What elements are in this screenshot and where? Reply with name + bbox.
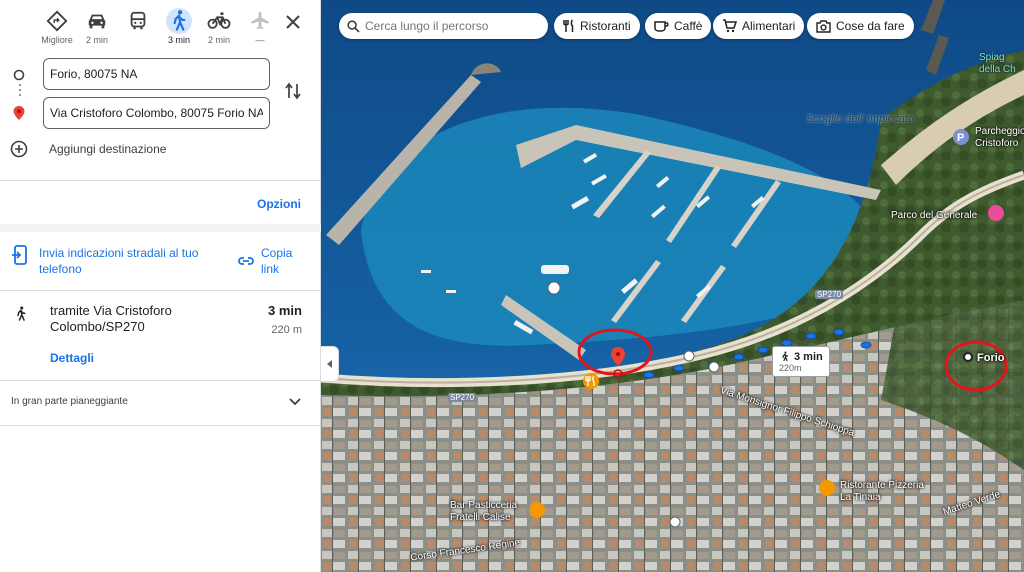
map-label-bar: Bar Pasticceria Fratelli Calise [450,500,518,523]
plane-icon [251,11,269,30]
car-icon [88,14,106,29]
mode-best-label: Migliore [41,35,73,45]
chip-groceries[interactable]: Alimentari [713,13,805,39]
road-shield: SP270 [448,393,477,402]
walk-icon [17,306,26,321]
options-button[interactable]: Opzioni [257,197,301,211]
mode-walk[interactable]: 3 min [157,8,201,45]
fork-knife-icon [563,19,574,32]
map-label-scoglio: Scoglio dell' impiccato [806,113,914,125]
walk-icon [166,8,192,34]
route-search-bar[interactable] [339,13,548,39]
send-to-phone-icon [12,245,27,265]
road-shield: SP270 [815,290,844,299]
destination-input[interactable] [43,97,270,129]
origin-circle-icon [13,69,25,81]
mode-flight[interactable]: — [238,8,282,45]
map-label-parcheggio: Parcheggio Cristoforo [975,126,1024,149]
bike-icon [207,12,231,29]
section-divider [0,224,321,232]
route-distance: 220 m [271,324,302,336]
collapse-panel-button[interactable] [321,346,339,382]
route-search-input[interactable] [365,19,535,33]
chip-label: Caffè [674,19,703,33]
route-terrain-note: In gran parte pianeggiante [11,396,128,407]
swap-waypoints-button[interactable] [282,80,304,102]
mode-bike-label: 2 min [207,35,230,45]
map-label-spiaggia: Spiag della Ch [979,52,1016,75]
add-destination-label: Aggiungi destinazione [49,142,167,156]
mode-transit[interactable] [116,8,160,35]
travel-modes: Migliore 2 min 3 min 2 min — [0,8,321,52]
search-icon [347,19,360,33]
caret-left-icon [326,360,332,368]
divider [0,425,321,426]
add-circle-icon [10,140,28,158]
parking-poi-icon[interactable]: P [952,129,970,145]
route-time: 3 min [268,303,302,318]
copy-link-button[interactable]: Copia link [237,245,301,277]
map-label-forio: Forio [977,352,1005,364]
chip-coffee[interactable]: Caffè [645,13,712,39]
divider [0,290,321,291]
send-to-phone-button[interactable]: Invia indicazioni stradali al tuo telefo… [12,245,227,277]
mode-best[interactable]: Migliore [35,8,79,45]
send-to-phone-label: Invia indicazioni stradali al tuo telefo… [39,246,199,276]
copy-link-label: Copia link [261,246,293,276]
mode-walk-label: 3 min [167,35,190,45]
mode-car[interactable]: 2 min [75,8,119,45]
route-eta-callout[interactable]: 3 min 220m [772,346,830,377]
chip-label: Ristoranti [580,19,631,33]
bus-icon [130,11,146,30]
map-label-parco: Parco del Generale [891,210,978,221]
restaurant-poi-icon[interactable] [583,373,599,389]
chip-things-to-do[interactable]: Cose da fare [807,13,914,39]
svg-text:P: P [957,132,964,144]
swap-arrows-icon [285,82,301,100]
divider [0,380,321,381]
origin-input[interactable] [43,58,270,90]
mode-car-label: 2 min [85,35,108,45]
diamond-route-icon [46,10,68,32]
map-label-ristorante: Ristorante Pizzeria La Tinaia [840,480,924,503]
close-icon [286,15,300,29]
route-details-link[interactable]: Dettagli [50,351,94,365]
add-destination-button[interactable]: Aggiungi destinazione [10,140,166,158]
mode-flight-label: — [255,35,265,45]
mode-bike[interactable]: 2 min [197,8,241,45]
camera-icon [816,19,831,33]
eta-distance: 220m [779,363,802,373]
destination-pin-icon [13,106,25,120]
close-directions-button[interactable] [281,10,305,34]
chip-label: Cose da fare [836,19,905,33]
cart-icon [723,19,737,33]
chevron-down-icon[interactable] [288,394,302,408]
coffee-icon [654,20,669,32]
chip-label: Alimentari [742,19,796,33]
directions-panel: Migliore 2 min 3 min 2 min — Forio, 8007… [0,0,321,572]
chip-restaurants[interactable]: Ristoranti [554,13,640,39]
waypoint-dots [19,84,22,99]
divider [0,180,321,181]
link-icon [238,257,254,265]
eta-time: 3 min [794,350,823,363]
route-via: tramite Via Cristoforo Colombo/SP270 [50,303,172,334]
walk-icon [782,351,789,362]
